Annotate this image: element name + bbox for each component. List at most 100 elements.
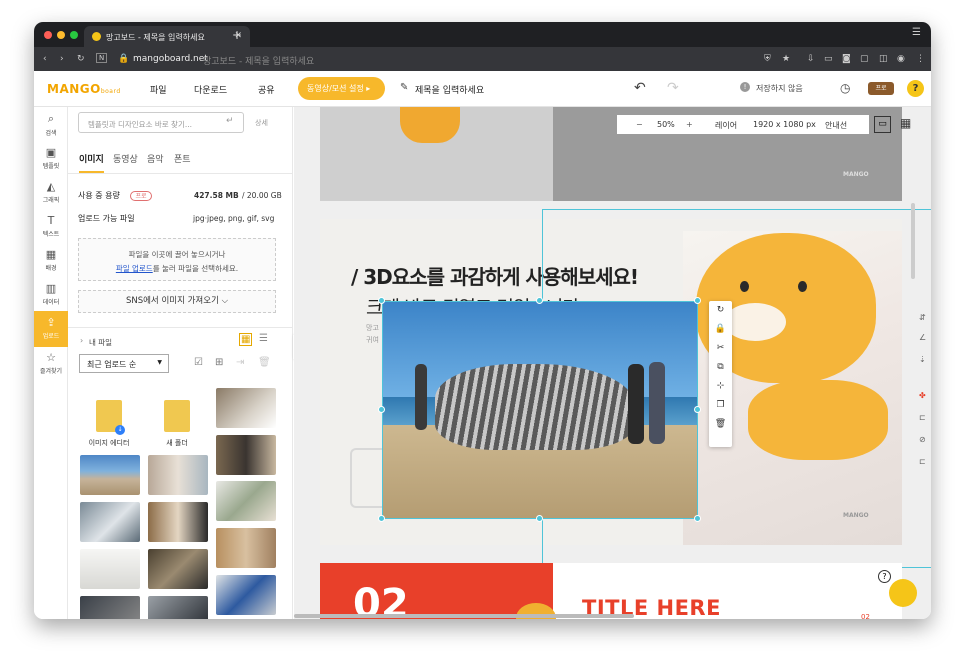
grid-view-icon[interactable]: ▦ bbox=[239, 333, 253, 346]
pro-badge[interactable]: 프로 bbox=[868, 82, 894, 95]
url-page-title[interactable]: 망고보드 - 제목을 입력하세요 bbox=[203, 54, 314, 67]
upload-thumb[interactable] bbox=[216, 435, 276, 475]
check-icon[interactable]: ☑ bbox=[194, 357, 203, 368]
grid-layout-icon[interactable]: ▦ bbox=[900, 116, 911, 130]
vertical-scrollbar[interactable] bbox=[911, 203, 915, 279]
horizontal-scrollbar[interactable] bbox=[294, 614, 634, 618]
upload-thumb[interactable] bbox=[80, 455, 140, 495]
file-upload-link[interactable]: 파일 업로드 bbox=[116, 264, 153, 273]
shield-icon[interactable]: ⛨ bbox=[764, 54, 771, 64]
rotate-icon[interactable]: ↻ bbox=[709, 301, 732, 320]
reload-icon[interactable]: ↻ bbox=[77, 54, 85, 64]
resize-handle[interactable] bbox=[694, 297, 701, 304]
redo-icon[interactable]: ↷ bbox=[667, 80, 679, 96]
resize-handle[interactable] bbox=[378, 515, 385, 522]
zoom-in-button[interactable]: + bbox=[686, 120, 693, 129]
duplicate-icon[interactable]: ❐ bbox=[709, 396, 732, 415]
motion-settings-button[interactable]: 동영상/모션 설정 ▸ bbox=[298, 77, 385, 100]
sidebar-item-background[interactable]: ▦ 배경 bbox=[34, 248, 68, 278]
document-title-input[interactable]: 제목을 입력하세요 bbox=[415, 83, 484, 96]
window-menu-icon[interactable]: ☰ bbox=[912, 27, 921, 38]
menu-download[interactable]: 다운로드 bbox=[194, 83, 227, 96]
list-view-icon[interactable]: ☰ bbox=[259, 333, 268, 344]
side-tool-icon[interactable]: ⊏ bbox=[919, 413, 926, 422]
resize-handle[interactable] bbox=[378, 406, 385, 413]
slide-3[interactable]: 02 TITLE HERE 02 bbox=[320, 563, 902, 619]
upload-thumb[interactable] bbox=[148, 455, 208, 495]
image-editor-folder-icon[interactable]: ↓ bbox=[96, 400, 125, 435]
sns-import-button[interactable]: SNS에서 이미지 가져오기 ⌵ bbox=[78, 290, 276, 313]
upload-thumb[interactable] bbox=[216, 575, 276, 615]
sidebar-item-upload[interactable]: ⇪ 업로드 bbox=[34, 311, 68, 347]
close-window-button[interactable] bbox=[44, 31, 52, 39]
template-search-input[interactable]: 템플릿과 디자인요소 바로 찾기... bbox=[78, 112, 244, 133]
crop-icon[interactable]: ✂ bbox=[709, 339, 732, 358]
resize-handle[interactable] bbox=[536, 515, 543, 522]
new-folder-icon[interactable] bbox=[164, 400, 190, 432]
sidebar-item-template[interactable]: ▣ 템플릿 bbox=[34, 146, 68, 176]
sidebar-item-favorite[interactable]: ☆ 즐겨찾기 bbox=[34, 351, 68, 381]
resize-handle[interactable] bbox=[536, 297, 543, 304]
lock-icon[interactable]: 🔒 bbox=[709, 320, 732, 339]
sidebar-item-graphic[interactable]: ◭ 그래픽 bbox=[34, 180, 68, 210]
upload-thumb[interactable] bbox=[216, 528, 276, 568]
add-folder-icon[interactable]: ⊞ bbox=[215, 357, 223, 368]
more-icon[interactable]: ⋮ bbox=[916, 54, 925, 64]
menu-share[interactable]: 공유 bbox=[258, 83, 275, 96]
video-icon[interactable]: ▭ bbox=[824, 54, 833, 64]
upload-thumb[interactable] bbox=[148, 549, 208, 589]
guide-button[interactable]: 안내선 bbox=[825, 120, 847, 131]
tab-music[interactable]: 음악 bbox=[147, 152, 164, 165]
help-button[interactable]: ? bbox=[907, 80, 924, 97]
replace-icon[interactable]: ⧉ bbox=[709, 358, 732, 377]
upload-thumb[interactable] bbox=[148, 596, 208, 619]
delete-icon[interactable]: 🗑 bbox=[709, 415, 732, 434]
mango-mascot-icon[interactable] bbox=[889, 579, 917, 607]
upload-thumb[interactable] bbox=[148, 502, 208, 542]
upload-thumb[interactable] bbox=[216, 481, 276, 521]
upload-thumb[interactable] bbox=[80, 549, 140, 589]
back-icon[interactable]: ‹ bbox=[43, 54, 47, 64]
sidebar-item-text[interactable]: T 텍스트 bbox=[34, 214, 68, 244]
resize-handle[interactable] bbox=[694, 406, 701, 413]
history-icon[interactable]: ◷ bbox=[840, 81, 850, 95]
side-tool-icon[interactable]: ⇵ bbox=[919, 313, 926, 322]
resize-handle[interactable] bbox=[378, 297, 385, 304]
my-files-breadcrumb[interactable]: 내 파일 bbox=[89, 337, 112, 348]
upload-thumb[interactable] bbox=[80, 596, 140, 619]
sidebar-icon[interactable]: ◫ bbox=[879, 54, 888, 64]
reader-icon[interactable]: N bbox=[96, 53, 108, 63]
resize-handle[interactable] bbox=[694, 515, 701, 522]
side-tool-icon[interactable]: ⇣ bbox=[919, 355, 926, 364]
extension-icon[interactable]: ▢ bbox=[860, 54, 869, 64]
layer-button[interactable]: 레이어 bbox=[715, 120, 737, 131]
move-icon[interactable]: ⇥ bbox=[236, 357, 244, 368]
tab-font[interactable]: 폰트 bbox=[174, 152, 191, 165]
presentation-icon[interactable]: ▭ bbox=[874, 116, 891, 133]
trash-icon[interactable]: 🗑 bbox=[258, 357, 271, 368]
slide-small-text[interactable]: 망고 bbox=[366, 323, 379, 333]
new-tab-button[interactable]: + bbox=[232, 28, 242, 42]
download-icon[interactable]: ⇩ bbox=[807, 54, 815, 64]
tab-image[interactable]: 이미지 bbox=[79, 152, 104, 173]
canvas-size[interactable]: 1920 x 1080 px bbox=[753, 120, 816, 129]
tab-video[interactable]: 동영상 bbox=[113, 152, 138, 165]
position-icon[interactable]: ⊹ bbox=[709, 377, 732, 396]
zoom-out-button[interactable]: − bbox=[636, 120, 643, 129]
side-tool-icon[interactable]: ∠ bbox=[919, 333, 926, 342]
camera-icon[interactable]: ◙ bbox=[842, 54, 851, 64]
url-domain[interactable]: mangoboard.net bbox=[133, 54, 208, 64]
forward-icon[interactable]: › bbox=[60, 54, 64, 64]
bookmark-star-icon[interactable]: ★ bbox=[782, 54, 790, 64]
detail-search-link[interactable]: 상세 bbox=[255, 118, 268, 128]
sort-select[interactable]: 최근 업로드 순 ▼ bbox=[79, 354, 169, 373]
profile-icon[interactable]: ◉ bbox=[897, 54, 905, 64]
upload-thumb[interactable] bbox=[80, 502, 140, 542]
sidebar-item-search[interactable]: ⌕ 검색 bbox=[34, 112, 68, 142]
undo-icon[interactable]: ↶ bbox=[634, 80, 646, 96]
file-drop-zone[interactable]: 파일을 이곳에 끌어 놓으시거나 파일 업로드를 눌러 파일을 선택하세요. bbox=[78, 238, 276, 281]
menu-file[interactable]: 파일 bbox=[150, 83, 167, 96]
sidebar-item-data[interactable]: ▥ 데이터 bbox=[34, 282, 68, 312]
help-question-icon[interactable]: ? bbox=[878, 570, 891, 583]
side-tool-icon[interactable]: ⊏ bbox=[919, 457, 926, 466]
